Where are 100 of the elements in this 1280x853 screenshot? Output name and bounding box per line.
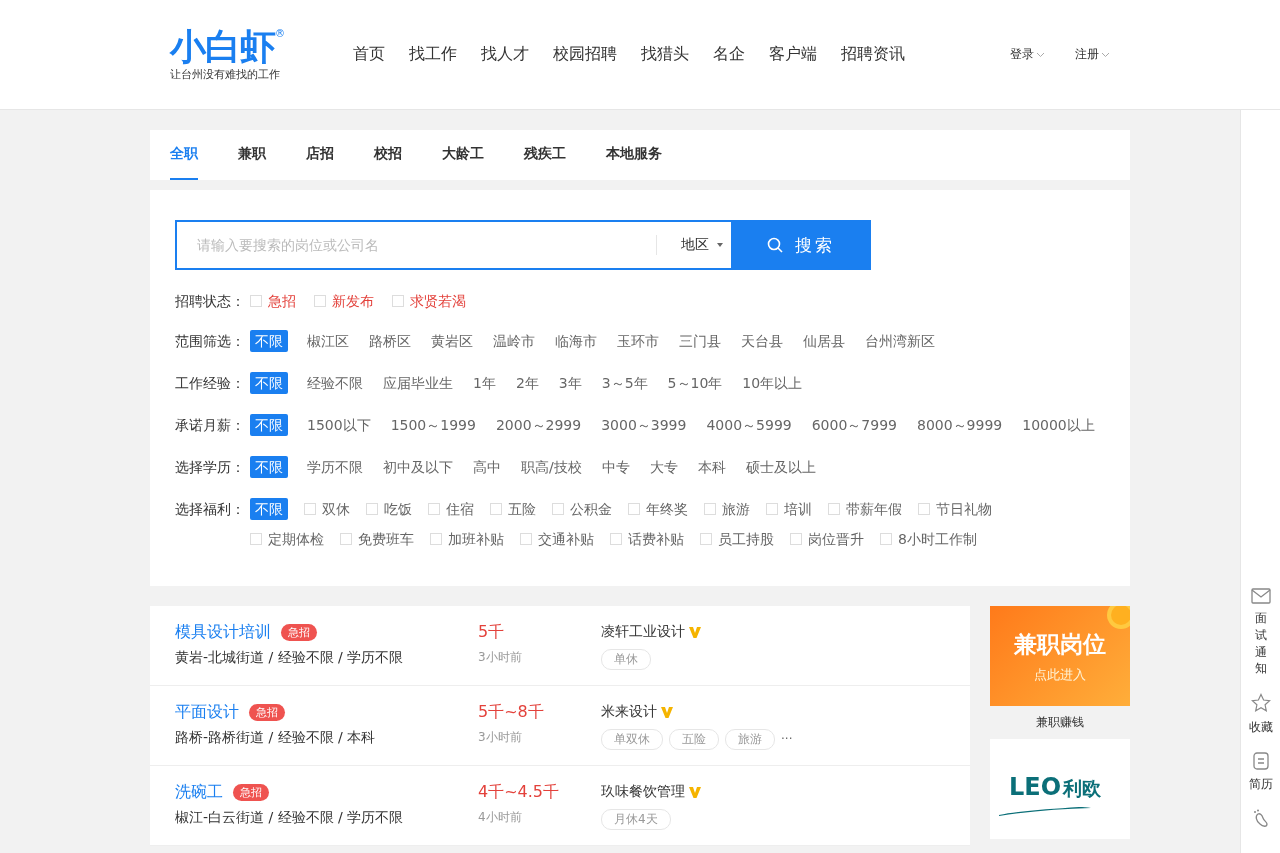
company-name[interactable]: 米来设计 bbox=[601, 703, 657, 721]
filter-option[interactable]: 6000～7999 bbox=[810, 414, 898, 436]
filter-checkbox[interactable]: 急招 bbox=[250, 290, 296, 312]
filter-checkbox[interactable]: 双休 bbox=[304, 498, 350, 520]
filter-option[interactable]: 应届毕业生 bbox=[382, 372, 454, 394]
filter-option[interactable]: 2000～2999 bbox=[494, 414, 583, 436]
filter-checkbox[interactable]: 公积金 bbox=[552, 498, 612, 520]
filter-option[interactable]: 8000～9999 bbox=[915, 414, 1004, 436]
tab[interactable]: 全职 bbox=[170, 130, 198, 180]
filter-option[interactable]: 学历不限 bbox=[306, 456, 364, 478]
filter-option[interactable]: 台州湾新区 bbox=[864, 330, 936, 352]
filter-option[interactable]: 天台县 bbox=[740, 330, 784, 352]
company-name[interactable]: 玖味餐饮管理 bbox=[601, 783, 685, 801]
filter-option[interactable]: 不限 bbox=[250, 414, 288, 436]
tab[interactable]: 大龄工 bbox=[442, 130, 484, 180]
filter-option[interactable]: 经验不限 bbox=[306, 372, 364, 394]
filter-checkbox[interactable]: 话费补贴 bbox=[610, 528, 684, 550]
filter-option[interactable]: 温岭市 bbox=[492, 330, 536, 352]
filter-option[interactable]: 1500～1999 bbox=[389, 414, 477, 436]
filter-checkbox[interactable]: 求贤若渴 bbox=[392, 290, 466, 312]
filter-option[interactable]: 不限 bbox=[250, 330, 288, 352]
filter-checkbox[interactable]: 新发布 bbox=[314, 290, 374, 312]
filter-option[interactable]: 4000～5999 bbox=[705, 414, 793, 436]
filter-checkbox[interactable]: 培训 bbox=[766, 498, 812, 520]
benefit-tag: 月休4天 bbox=[601, 808, 671, 830]
filter-option[interactable]: 大专 bbox=[648, 456, 679, 478]
search-field[interactable]: 请输入要搜索的岗位或公司名 地区 bbox=[175, 220, 731, 270]
job-details: 椒江-白云街道 / 经验不限 / 学历不限 bbox=[175, 808, 405, 827]
filter-option[interactable]: 黄岩区 bbox=[430, 330, 474, 352]
filter-option[interactable]: 临海市 bbox=[554, 330, 598, 352]
nav-link[interactable]: 找工作 bbox=[405, 44, 461, 65]
filter-checkbox[interactable]: 住宿 bbox=[428, 498, 474, 520]
filter-option[interactable]: 仙居县 bbox=[802, 330, 846, 352]
filter-option[interactable]: 中专 bbox=[600, 456, 631, 478]
filter-option[interactable]: 10000以上 bbox=[1021, 414, 1096, 436]
toolbar-label[interactable]: 收藏 bbox=[1248, 719, 1273, 737]
filter-checkbox[interactable]: 免费班车 bbox=[340, 528, 414, 550]
filter-option[interactable]: 1500以下 bbox=[306, 414, 372, 436]
nav-link[interactable]: 找猎头 bbox=[637, 44, 693, 65]
salary: 5千 bbox=[478, 621, 506, 643]
tab[interactable]: 残疾工 bbox=[524, 130, 566, 180]
filter-checkbox[interactable]: 交通补贴 bbox=[520, 528, 594, 550]
filter-option[interactable]: 10年以上 bbox=[741, 372, 804, 394]
job-title[interactable]: 洗碗工 bbox=[175, 781, 223, 803]
ad-caption[interactable]: 兼职赚钱 bbox=[1036, 714, 1084, 731]
post-time: 3小时前 bbox=[478, 728, 523, 746]
filter-option[interactable]: 不限 bbox=[250, 456, 288, 478]
toolbar-label[interactable]: 简历 bbox=[1248, 776, 1273, 794]
filter-option[interactable]: 本科 bbox=[696, 456, 727, 478]
filter-option[interactable]: 3～5年 bbox=[600, 372, 649, 394]
filter-option[interactable]: 3000～3999 bbox=[600, 414, 688, 436]
filter-option[interactable]: 3年 bbox=[557, 372, 583, 394]
filter-label: 选择学历： bbox=[175, 458, 246, 477]
toolbar-label[interactable]: 面试通知 bbox=[1254, 610, 1267, 678]
filter-option[interactable]: 硕士及以上 bbox=[744, 456, 817, 478]
account-link[interactable]: 注册 bbox=[1075, 46, 1110, 63]
filter-option[interactable]: 不限 bbox=[250, 372, 288, 394]
filter-checkbox[interactable]: 定期体检 bbox=[250, 528, 324, 550]
caret-icon bbox=[717, 243, 723, 247]
benefit-tag: 单休 bbox=[601, 648, 651, 670]
salary: 5千~8千 bbox=[478, 701, 545, 723]
filter-option[interactable]: 路桥区 bbox=[368, 330, 412, 352]
nav-link[interactable]: 校园招聘 bbox=[549, 44, 621, 65]
filter-option[interactable]: 2年 bbox=[514, 372, 540, 394]
filter-option[interactable]: 椒江区 bbox=[306, 330, 350, 352]
filter-checkbox[interactable]: 8小时工作制 bbox=[880, 528, 977, 550]
filter-checkbox[interactable]: 吃饭 bbox=[366, 498, 412, 520]
filter-checkbox[interactable]: 旅游 bbox=[704, 498, 750, 520]
filter-checkbox[interactable]: 员工持股 bbox=[700, 528, 774, 550]
nav-link[interactable]: 首页 bbox=[349, 44, 389, 65]
filter-option[interactable]: 5～10年 bbox=[666, 372, 724, 394]
filter-option[interactable]: 三门县 bbox=[678, 330, 722, 352]
nav-link[interactable]: 招聘资讯 bbox=[837, 44, 909, 65]
filter-checkbox[interactable]: 五险 bbox=[490, 498, 536, 520]
tab[interactable]: 店招 bbox=[306, 130, 334, 180]
tab[interactable]: 校招 bbox=[374, 130, 402, 180]
filter-option[interactable]: 玉环市 bbox=[616, 330, 660, 352]
tab[interactable]: 本地服务 bbox=[606, 130, 662, 180]
tab[interactable]: 兼职 bbox=[238, 130, 266, 180]
account-link[interactable]: 登录 bbox=[1010, 46, 1045, 63]
filter-option[interactable]: 1年 bbox=[472, 372, 497, 394]
nav-link[interactable]: 找人才 bbox=[477, 44, 533, 65]
filter-checkbox[interactable]: 节日礼物 bbox=[918, 498, 992, 520]
filter-option[interactable]: 不限 bbox=[250, 498, 288, 520]
post-time: 4小时前 bbox=[478, 808, 523, 826]
filter-checkbox[interactable]: 带薪年假 bbox=[828, 498, 902, 520]
nav-link[interactable]: 名企 bbox=[709, 44, 749, 65]
filter-checkbox[interactable]: 年终奖 bbox=[628, 498, 688, 520]
filter-checkbox[interactable]: 岗位晋升 bbox=[790, 528, 864, 550]
job-title[interactable]: 平面设计 bbox=[175, 701, 239, 723]
filter-option[interactable]: 初中及以下 bbox=[382, 456, 454, 478]
filter-checkbox[interactable]: 加班补贴 bbox=[430, 528, 504, 550]
job-title[interactable]: 模具设计培训 bbox=[175, 621, 271, 643]
company-ad[interactable]: LEO利欧 bbox=[990, 739, 1130, 839]
nav-link[interactable]: 客户端 bbox=[765, 44, 821, 65]
filter-option[interactable]: 职高/技校 bbox=[520, 456, 583, 478]
logo[interactable]: 小白虾 bbox=[170, 27, 275, 66]
search-button[interactable]: 搜索 bbox=[731, 220, 871, 270]
filter-option[interactable]: 高中 bbox=[472, 456, 502, 478]
company-name[interactable]: 凌轩工业设计 bbox=[601, 623, 685, 641]
